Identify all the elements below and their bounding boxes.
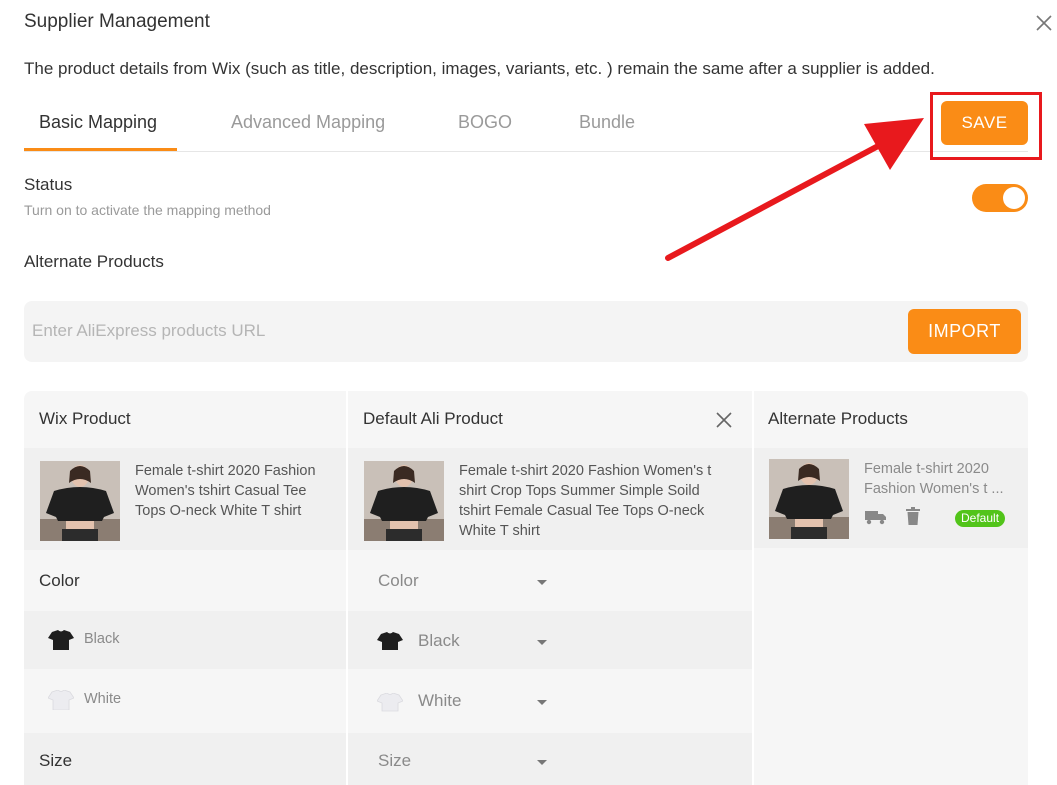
black-tshirt-swatch-icon: [48, 630, 74, 650]
chevron-down-icon[interactable]: [537, 640, 547, 645]
tab-bundle[interactable]: Bundle: [579, 112, 635, 133]
black-tshirt-swatch-icon: [377, 632, 403, 650]
dialog-title: Supplier Management: [24, 11, 210, 32]
column-divider: [752, 391, 754, 785]
url-bar: IMPORT: [24, 301, 1028, 362]
shipping-truck-icon[interactable]: [865, 509, 887, 525]
wix-variant-white: White: [84, 691, 122, 707]
aliexpress-url-input[interactable]: [32, 315, 892, 347]
chevron-down-icon[interactable]: [537, 580, 547, 585]
tab-bar: Basic Mapping Advanced Mapping BOGO Bund…: [24, 100, 1028, 152]
active-tab-indicator: [24, 148, 177, 151]
ali-variant-black-select[interactable]: Black: [418, 631, 460, 651]
column-divider: [346, 391, 348, 785]
wix-product-image: [40, 461, 120, 541]
ali-variant-white-select[interactable]: White: [418, 691, 461, 711]
header-alternate-products: Alternate Products: [768, 409, 908, 428]
wix-option-size: Size: [39, 751, 73, 770]
status-hint: Turn on to activate the mapping method: [24, 202, 271, 218]
status-toggle[interactable]: [972, 184, 1028, 212]
white-tshirt-swatch-icon: [48, 690, 74, 710]
status-label: Status: [24, 175, 73, 194]
dialog-description: The product details from Wix (such as ti…: [24, 59, 935, 78]
close-icon[interactable]: [1034, 13, 1054, 33]
alternate-product-image: [769, 459, 849, 539]
tab-bogo[interactable]: BOGO: [458, 112, 512, 133]
wix-option-color: Color: [39, 571, 80, 590]
ali-option-color-select[interactable]: Color: [378, 571, 419, 591]
ali-option-size-select[interactable]: Size: [378, 751, 411, 771]
default-badge: Default: [955, 510, 1006, 527]
tab-advanced-mapping[interactable]: Advanced Mapping: [231, 112, 385, 133]
chevron-down-icon[interactable]: [537, 700, 547, 705]
alternate-product-title: Female t-shirt 2020 Fashion Women's t ..…: [864, 461, 1004, 497]
wix-variant-black: Black: [84, 631, 120, 647]
ali-product-title: Female t-shirt 2020 Fashion Women's t sh…: [459, 463, 712, 539]
white-tshirt-swatch-icon: [377, 693, 403, 712]
header-wix-product: Wix Product: [39, 409, 131, 428]
wix-product-title: Female t-shirt 2020 Fashion Women's tshi…: [135, 463, 316, 519]
alternate-products-label: Alternate Products: [24, 252, 164, 271]
delete-icon[interactable]: [906, 507, 920, 525]
mapping-table: Wix Product Default Ali Product Alternat…: [24, 391, 1028, 785]
remove-default-product-icon[interactable]: [714, 410, 734, 430]
import-button[interactable]: IMPORT: [908, 309, 1021, 354]
ali-product-image: [364, 461, 444, 541]
header-default-ali-product: Default Ali Product: [363, 409, 503, 428]
tab-basic-mapping[interactable]: Basic Mapping: [39, 112, 157, 133]
save-button[interactable]: SAVE: [941, 101, 1028, 145]
chevron-down-icon[interactable]: [537, 760, 547, 765]
toggle-knob: [1003, 187, 1025, 209]
